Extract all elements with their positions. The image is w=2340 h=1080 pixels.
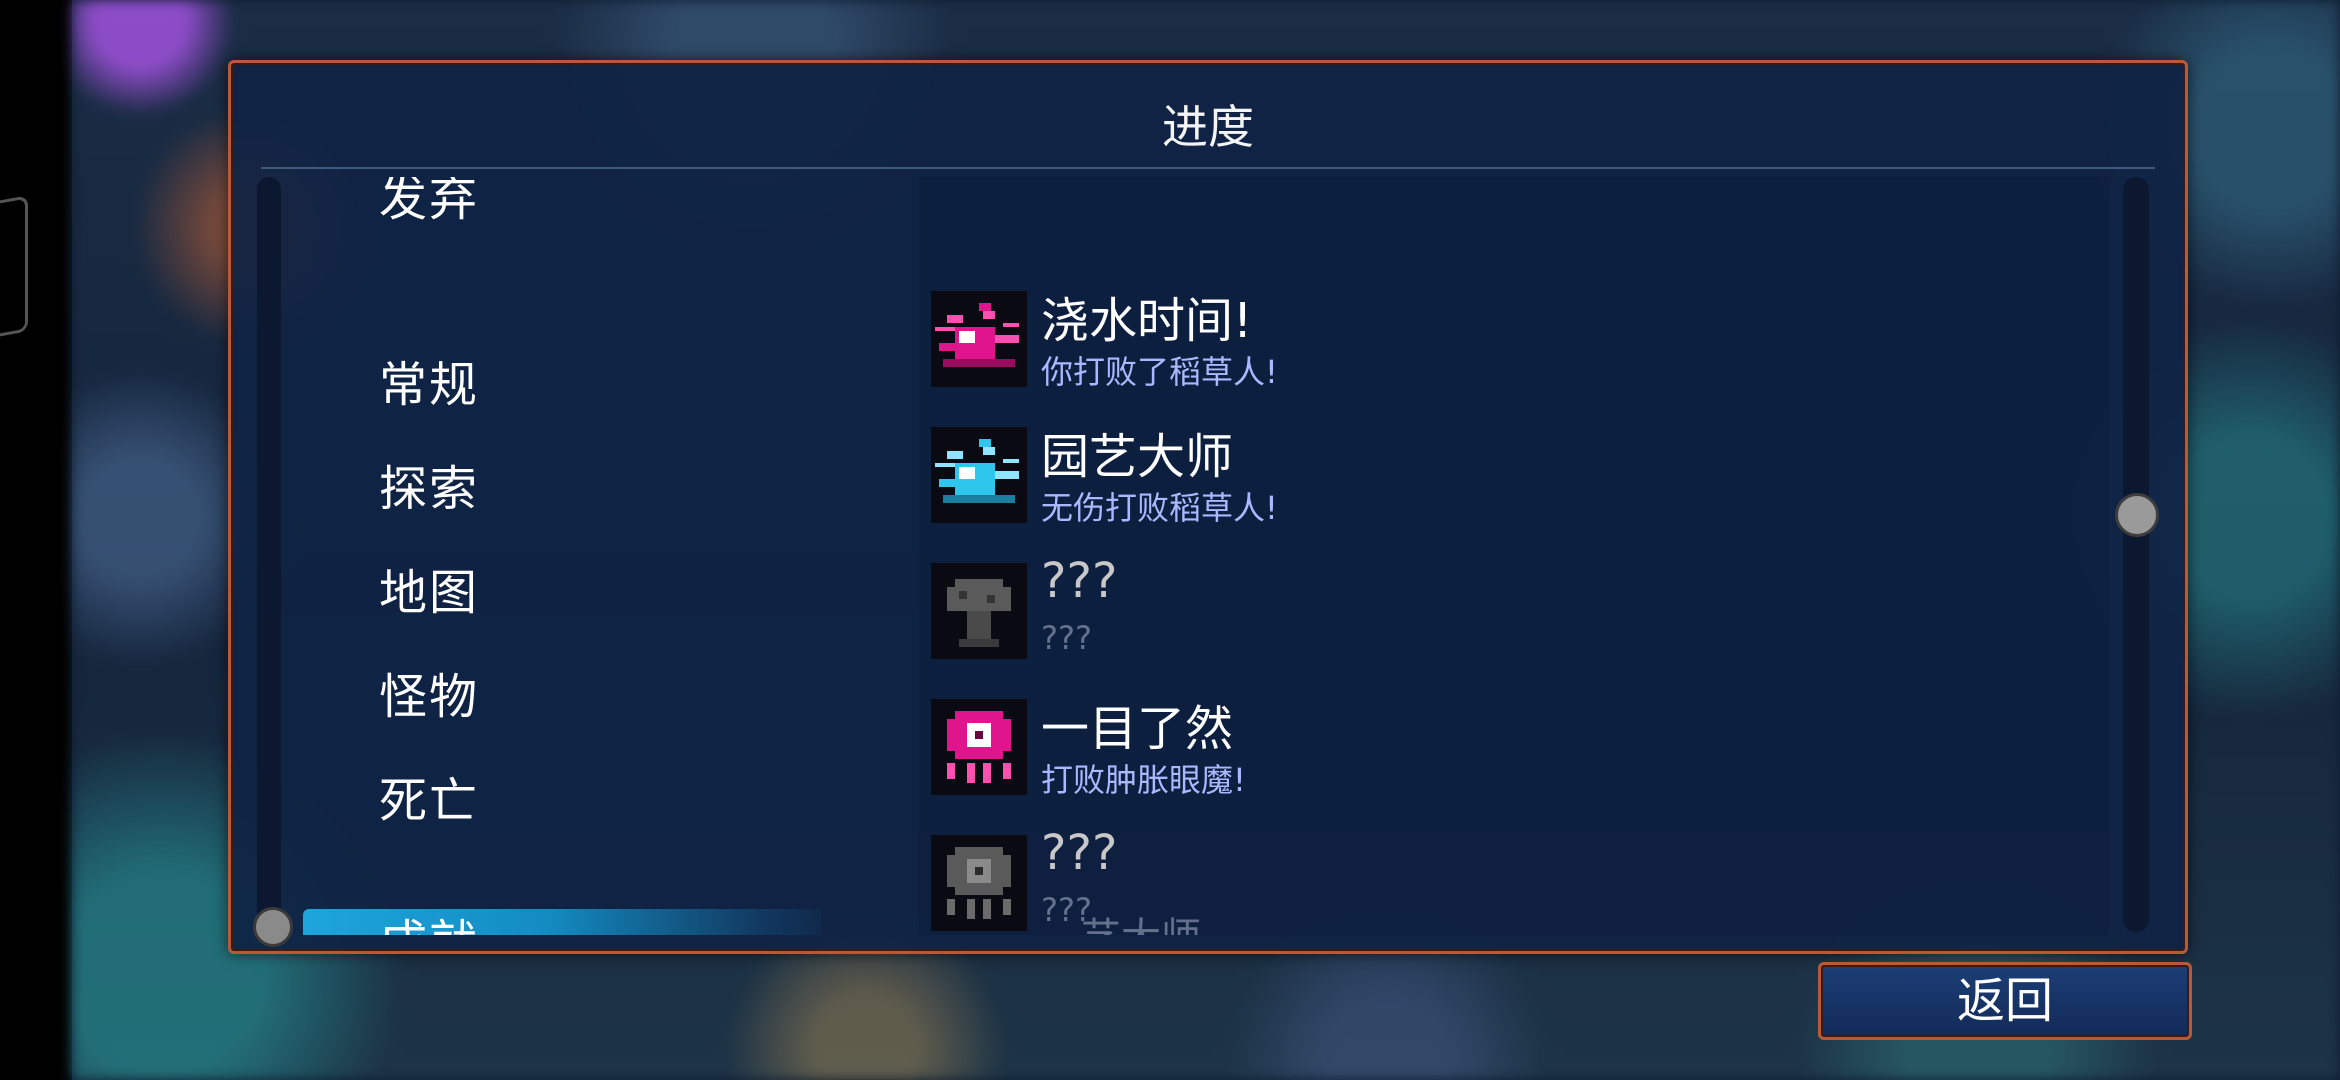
achievement-title: 一目了然 <box>1041 701 1234 757</box>
progress-panel: 进度 发弃 常规 探索 地图 怪物 死亡 成就 <box>228 60 2188 954</box>
achievement-item-locked[interactable]: ??? ??? <box>919 553 2109 673</box>
achievement-desc: ??? <box>1041 619 1092 657</box>
watering-can-magenta-icon <box>931 291 1027 387</box>
title-divider <box>261 167 2155 169</box>
category-item-deaths[interactable]: 死亡 <box>379 761 479 831</box>
category-list: 发弃 常规 探索 地图 怪物 死亡 成就 <box>291 177 821 935</box>
category-item-map[interactable]: 地图 <box>379 553 479 623</box>
category-item-explore[interactable]: 探索 <box>379 449 479 519</box>
achievement-list: 浇水时间! 你打败了稻草人! 园艺大师 无伤打败稻草人! ??? ??? 一目了… <box>919 177 2109 935</box>
panel-title: 进度 <box>1162 100 1254 154</box>
achievement-item-partial: …艺大师 <box>1041 905 1201 935</box>
achievement-desc: 无伤打败稻草人! <box>1041 489 1278 527</box>
achievement-item[interactable]: 园艺大师 无伤打败稻草人! <box>919 427 2109 537</box>
category-item-achievements[interactable]: 成就 <box>379 903 479 935</box>
achievement-scrollbar-track[interactable] <box>2123 177 2149 932</box>
category-scrollbar-track[interactable] <box>257 177 281 932</box>
category-item-monsters[interactable]: 怪物 <box>379 657 479 727</box>
device-notch <box>0 195 28 341</box>
achievement-title: 园艺大师 <box>1041 429 1234 485</box>
watering-can-cyan-icon <box>931 427 1027 523</box>
achievement-title: ??? <box>1041 825 1118 881</box>
locked-mushroom-icon <box>931 563 1027 659</box>
device-left-bezel <box>0 0 72 1080</box>
achievement-scrollbar-thumb[interactable] <box>2115 493 2159 537</box>
locked-eye-monster-icon <box>931 835 1027 931</box>
achievement-title: 浇水时间! <box>1041 293 1253 349</box>
category-item-partial[interactable]: 发弃 <box>379 177 479 229</box>
achievement-desc: 打败肿胀眼魔! <box>1041 761 1246 799</box>
achievement-item[interactable]: 一目了然 打败肿胀眼魔! <box>919 699 2109 809</box>
achievement-desc: 你打败了稻草人! <box>1041 353 1278 391</box>
category-scrollbar-thumb[interactable] <box>253 907 293 947</box>
achievement-title: ??? <box>1041 553 1118 609</box>
achievement-item[interactable]: 浇水时间! 你打败了稻草人! <box>919 291 2109 401</box>
eye-monster-magenta-icon <box>931 699 1027 795</box>
back-button[interactable]: 返回 <box>1818 962 2192 1040</box>
category-item-general[interactable]: 常规 <box>379 345 479 415</box>
